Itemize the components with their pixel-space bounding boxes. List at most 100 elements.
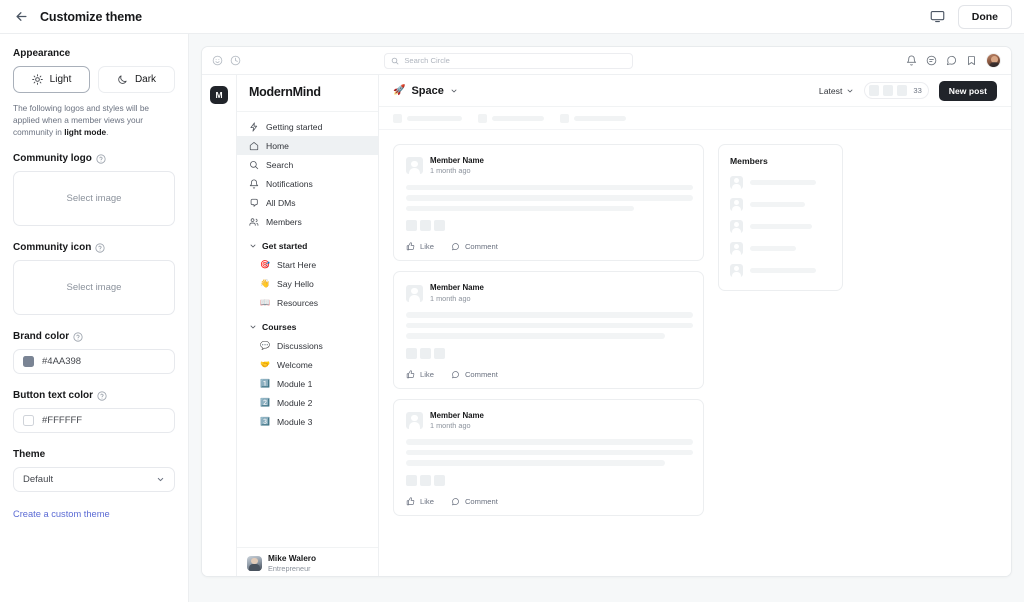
sidebar-item-resources[interactable]: 📖 Resources <box>248 293 378 312</box>
chevron-down-icon <box>846 87 854 95</box>
smiley-circle-icon[interactable] <box>212 55 223 66</box>
sort-select[interactable]: Latest <box>819 86 854 96</box>
list-item[interactable] <box>730 176 831 189</box>
sidebar-item-label: Resources <box>277 297 319 308</box>
sidebar-item-home[interactable]: Home <box>237 136 378 155</box>
comment-button[interactable]: Comment <box>451 497 498 506</box>
community-logo-label: Community logo <box>13 153 175 164</box>
help-chat-icon[interactable] <box>946 55 957 66</box>
avatar <box>406 284 423 302</box>
clock-circle-icon[interactable] <box>230 55 241 66</box>
community-sidebar: ModernMind Getting started Home Search N… <box>237 75 379 576</box>
post-actions: Like Comment <box>406 497 691 506</box>
like-button[interactable]: Like <box>406 242 434 251</box>
chip-label-placeholder <box>574 115 626 121</box>
button-text-color-label: Button text color <box>13 390 175 401</box>
sidebar-item-say-hello[interactable]: 👋 Say Hello <box>248 274 378 293</box>
filter-chip[interactable] <box>478 113 544 123</box>
sidebar-item-members[interactable]: Members <box>237 212 378 231</box>
sidebar-item-all-dms[interactable]: All DMs <box>237 193 378 212</box>
sidebar-profile[interactable]: Mike Walero Entrepreneur <box>237 547 378 576</box>
button-text-color-swatch[interactable] <box>23 415 34 427</box>
sidebar-item-label: Say Hello <box>277 278 314 289</box>
handshake-emoji-icon: 🤝 <box>260 360 270 369</box>
monitor-icon[interactable] <box>929 8 946 25</box>
comment-icon <box>451 370 460 379</box>
sidebar-group-get-started[interactable]: Get started <box>237 236 378 255</box>
window-titlebar: Customize theme Done <box>0 0 1024 34</box>
appearance-option-light[interactable]: Light <box>13 66 90 93</box>
appearance-option-dark[interactable]: Dark <box>98 66 175 93</box>
sidebar-item-notifications[interactable]: Notifications <box>237 174 378 193</box>
community-icon-dropzone[interactable]: Select image <box>13 260 175 316</box>
help-circle-icon[interactable] <box>96 153 106 164</box>
back-arrow-icon[interactable] <box>11 7 31 27</box>
preview-search-bar[interactable]: Search Circle <box>384 52 634 69</box>
search-icon <box>391 57 399 65</box>
comment-button[interactable]: Comment <box>451 370 498 379</box>
messages-icon[interactable] <box>926 55 937 66</box>
member-count-pill[interactable]: 33 <box>864 82 929 99</box>
page-title: Customize theme <box>40 9 142 24</box>
sidebar-item-module-3[interactable]: 3️⃣ Module 3 <box>248 412 378 431</box>
post-body-skeleton-line <box>406 460 665 466</box>
community-logo-badge[interactable]: M <box>210 86 228 104</box>
sidebar-item-discussions[interactable]: 💬 Discussions <box>248 336 378 355</box>
comment-icon <box>451 497 460 506</box>
appearance-option-dark-label: Dark <box>134 74 157 85</box>
community-logo-dropzone[interactable]: Select image <box>13 171 175 227</box>
filter-chip[interactable] <box>393 113 462 123</box>
new-post-button[interactable]: New post <box>938 80 997 101</box>
post-body-skeleton-line <box>406 205 634 212</box>
search-icon <box>249 160 259 170</box>
theme-select[interactable]: Default <box>13 467 175 493</box>
done-button[interactable]: Done <box>957 4 1012 29</box>
sidebar-item-getting-started[interactable]: Getting started <box>237 117 378 136</box>
sidebar-item-label: Notifications <box>266 178 313 189</box>
thumbs-up-icon <box>406 369 415 379</box>
filter-chip[interactable] <box>560 113 626 123</box>
like-button[interactable]: Like <box>406 497 434 506</box>
sidebar-item-module-1[interactable]: 1️⃣ Module 1 <box>248 374 378 393</box>
sidebar-item-module-2[interactable]: 2️⃣ Module 2 <box>248 393 378 412</box>
space-header-actions: Latest 33 New post <box>819 80 997 101</box>
sidebar-group-courses[interactable]: Courses <box>237 317 378 336</box>
sidebar-item-label: Welcome <box>277 359 313 370</box>
table-row[interactable]: Member Name 1 month ago Like Comment <box>393 271 704 389</box>
table-row[interactable]: Member Name 1 month ago Like Comment <box>393 144 704 262</box>
bell-icon[interactable] <box>906 55 917 66</box>
list-item[interactable] <box>730 264 831 277</box>
avatar[interactable] <box>985 53 1001 68</box>
create-custom-theme-link[interactable]: Create a custom theme <box>13 509 110 519</box>
community-name: ModernMind <box>237 75 378 112</box>
sidebar-item-welcome[interactable]: 🤝 Welcome <box>248 355 378 374</box>
users-icon <box>249 217 259 227</box>
like-button[interactable]: Like <box>406 370 434 379</box>
space-title[interactable]: 🚀 Space <box>393 85 458 97</box>
help-circle-icon[interactable] <box>95 242 105 253</box>
sidebar-item-start-here[interactable]: 🎯 Start Here <box>248 255 378 274</box>
tag-placeholder <box>434 220 445 232</box>
brand-color-field[interactable]: #4AA398 <box>13 349 175 375</box>
bookmark-icon[interactable] <box>966 55 977 66</box>
like-label: Like <box>420 369 434 379</box>
sidebar-item-label: Module 1 <box>277 378 313 389</box>
table-row[interactable]: Member Name 1 month ago Like Comment <box>393 398 704 516</box>
tag-placeholder <box>406 474 417 486</box>
brand-color-swatch[interactable] <box>23 356 34 368</box>
post-timestamp: 1 month ago <box>430 420 471 430</box>
comment-button[interactable]: Comment <box>451 242 498 251</box>
member-name-placeholder <box>750 202 805 207</box>
button-text-color-value: #FFFFFF <box>42 415 83 427</box>
chip-label-placeholder <box>407 115 462 121</box>
sidebar-item-search[interactable]: Search <box>237 155 378 174</box>
keycap-three-emoji-icon: 3️⃣ <box>260 417 270 426</box>
list-item[interactable] <box>730 198 831 211</box>
help-circle-icon[interactable] <box>97 390 107 401</box>
help-circle-icon[interactable] <box>73 331 83 342</box>
list-item[interactable] <box>730 220 831 233</box>
button-text-color-field[interactable]: #FFFFFF <box>13 408 175 434</box>
avatar <box>730 176 743 189</box>
preview-chrome-actions <box>906 53 1001 68</box>
list-item[interactable] <box>730 242 831 255</box>
